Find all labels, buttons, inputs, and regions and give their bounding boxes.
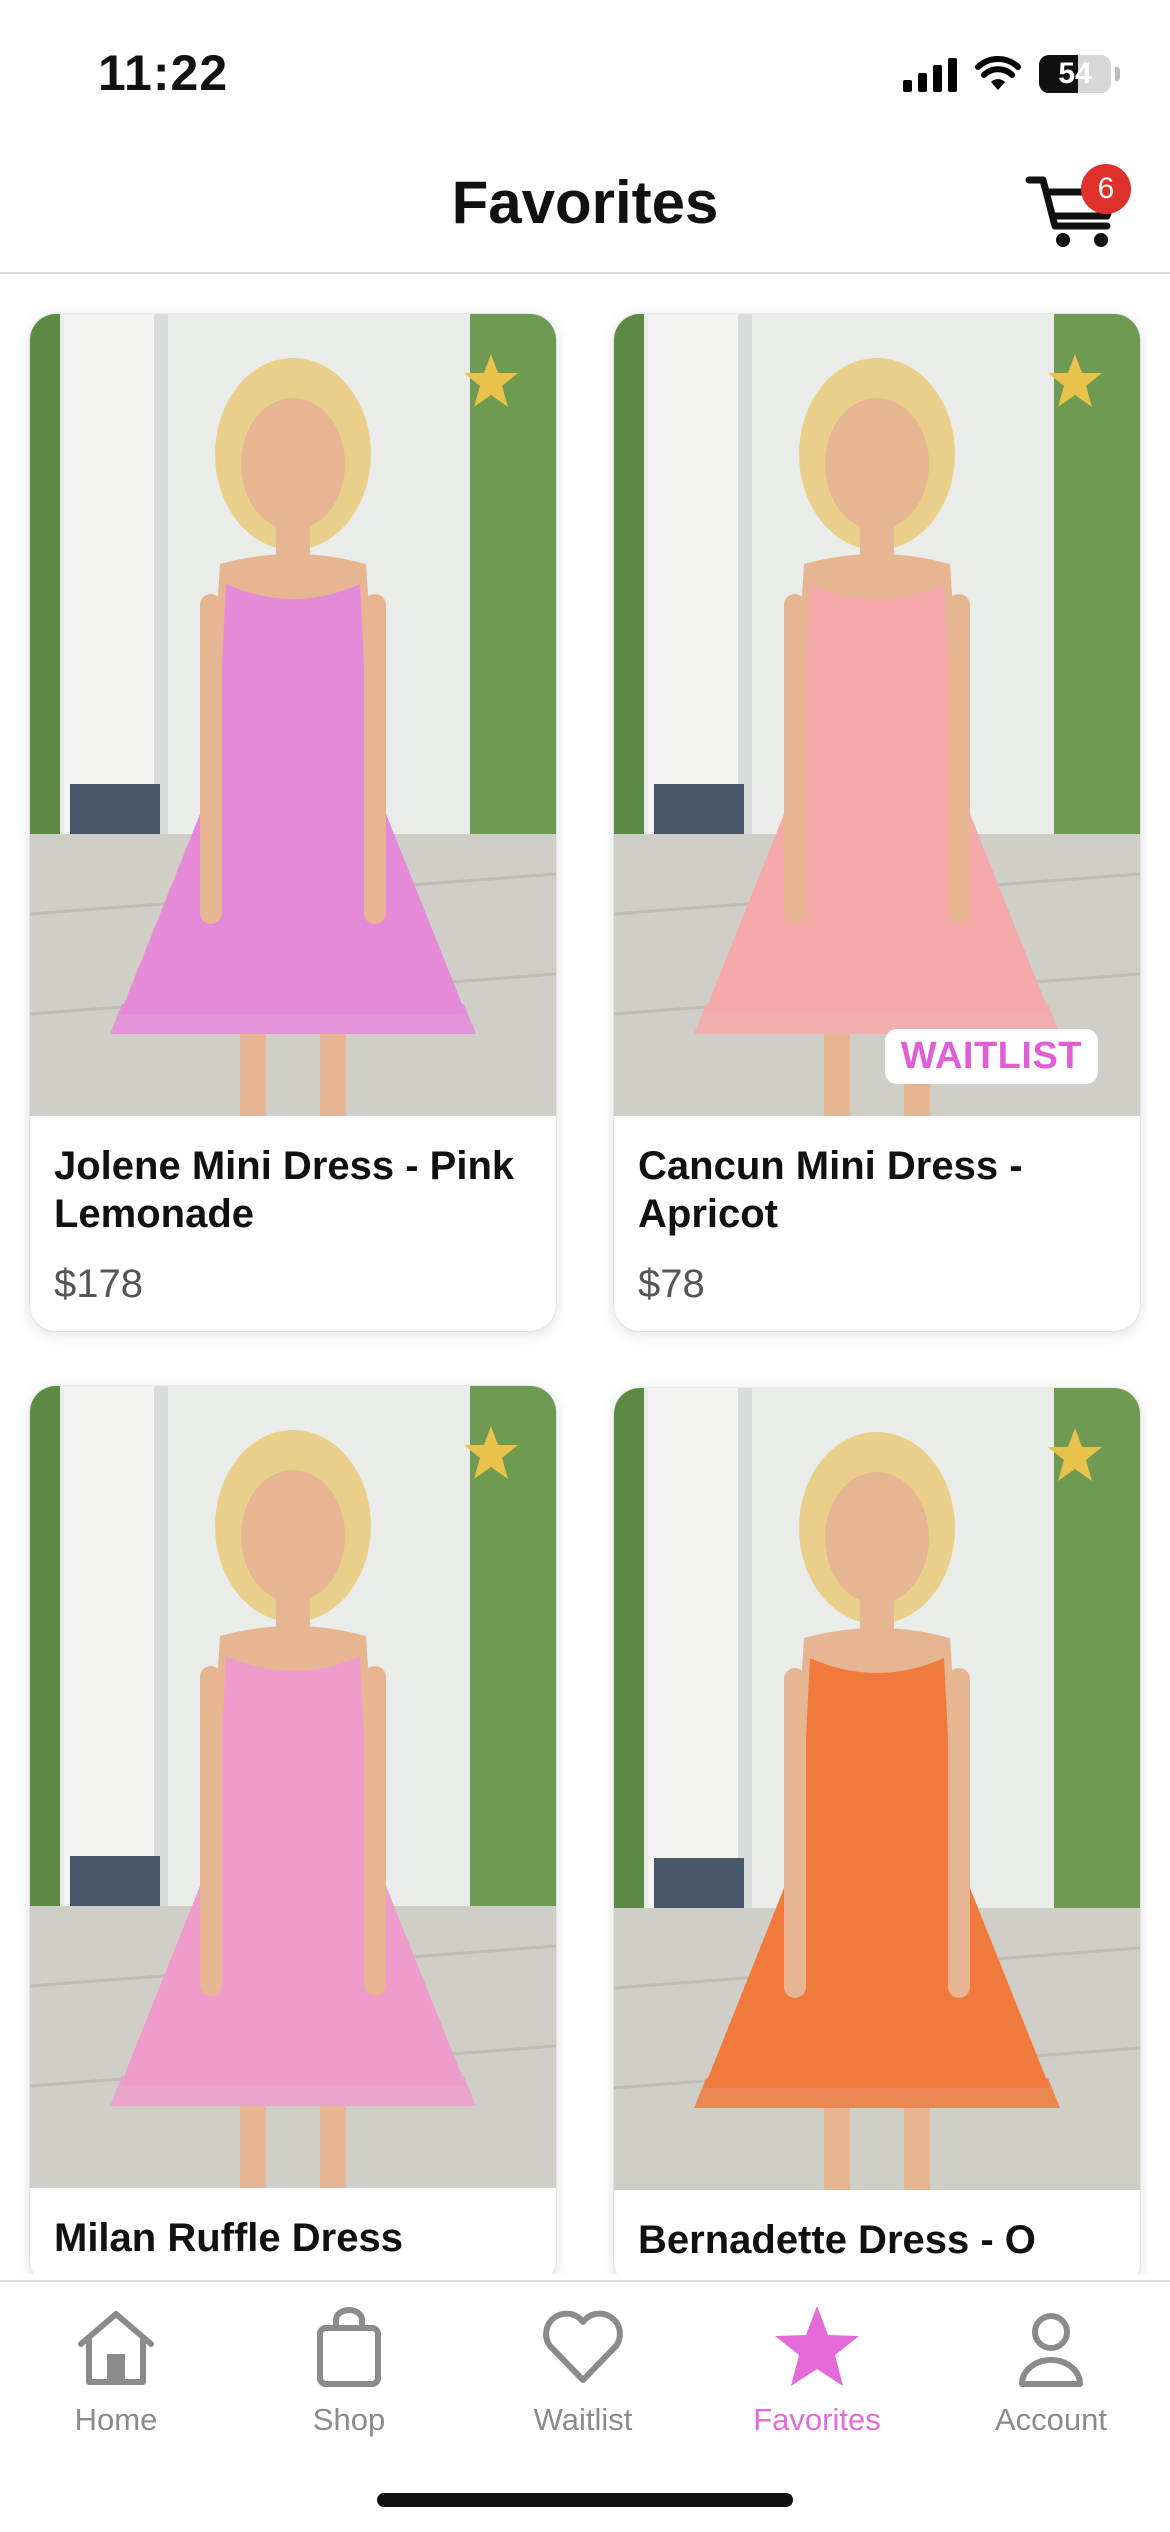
battery-icon: 54	[1039, 55, 1111, 93]
wifi-icon	[975, 56, 1021, 90]
cart-button[interactable]: 6	[1025, 154, 1131, 254]
tab-label: Account	[994, 2402, 1107, 2437]
product-name: Milan Ruffle Dress	[54, 2216, 403, 2260]
product-photo[interactable]	[30, 314, 556, 1116]
waitlist-badge: WAITLIST	[884, 1029, 1098, 1084]
home-indicator	[377, 2493, 793, 2507]
product-card[interactable]: Jolene Mini Dress - Pink Lemonade $178	[30, 314, 556, 1331]
tab-home[interactable]: Home	[26, 2302, 206, 2462]
product-name: Bernadette Dress - O	[638, 2218, 1036, 2262]
product-card[interactable]: Milan Ruffle Dress	[30, 1386, 556, 2274]
status-bar: 11:22 54	[0, 0, 1170, 140]
page-title: Favorites	[451, 169, 719, 236]
tab-label: Shop	[312, 2402, 386, 2437]
bag-icon	[317, 2307, 381, 2387]
person-icon	[1019, 2313, 1083, 2387]
tab-favorites[interactable]: Favorites	[727, 2302, 907, 2462]
tab-label: Waitlist	[533, 2402, 633, 2437]
favorites-grid: Jolene Mini Dress - Pink Lemonade $178 W…	[0, 276, 1170, 2274]
product-photo[interactable]	[30, 1386, 556, 2188]
favorite-star-icon[interactable]	[462, 1424, 520, 1482]
favorite-star-icon[interactable]	[1046, 1426, 1104, 1484]
product-name: Jolene Mini Dress - Pink Lemonade	[54, 1144, 515, 1236]
tab-label: Home	[74, 2402, 158, 2437]
product-photo[interactable]	[614, 1388, 1140, 2190]
header: Favorites 6	[0, 140, 1170, 274]
tab-waitlist[interactable]: Waitlist	[493, 2302, 673, 2462]
product-name: Cancun Mini Dress - Apricot	[638, 1144, 1023, 1236]
product-photo[interactable]: WAITLIST	[614, 314, 1140, 1116]
product-price: $178	[54, 1262, 143, 1306]
product-card[interactable]: Bernadette Dress - O	[614, 1388, 1140, 2274]
status-icons: 54	[903, 52, 1120, 96]
cellular-signal-icon	[903, 56, 957, 92]
cart-count-badge: 6	[1081, 164, 1131, 214]
home-icon	[78, 2311, 154, 2385]
product-price: $78	[638, 1262, 705, 1306]
tab-shop[interactable]: Shop	[259, 2302, 439, 2462]
heart-icon	[543, 2310, 623, 2383]
favorite-star-icon[interactable]	[1046, 352, 1104, 410]
product-card[interactable]: WAITLIST Cancun Mini Dress - Apricot $78	[614, 314, 1140, 1331]
favorite-star-icon[interactable]	[462, 352, 520, 410]
star-icon	[775, 2306, 859, 2386]
tab-label: Favorites	[753, 2402, 881, 2437]
tab-account[interactable]: Account	[961, 2302, 1141, 2462]
status-time: 11:22	[98, 45, 229, 101]
battery-level: 54	[1058, 57, 1092, 90]
